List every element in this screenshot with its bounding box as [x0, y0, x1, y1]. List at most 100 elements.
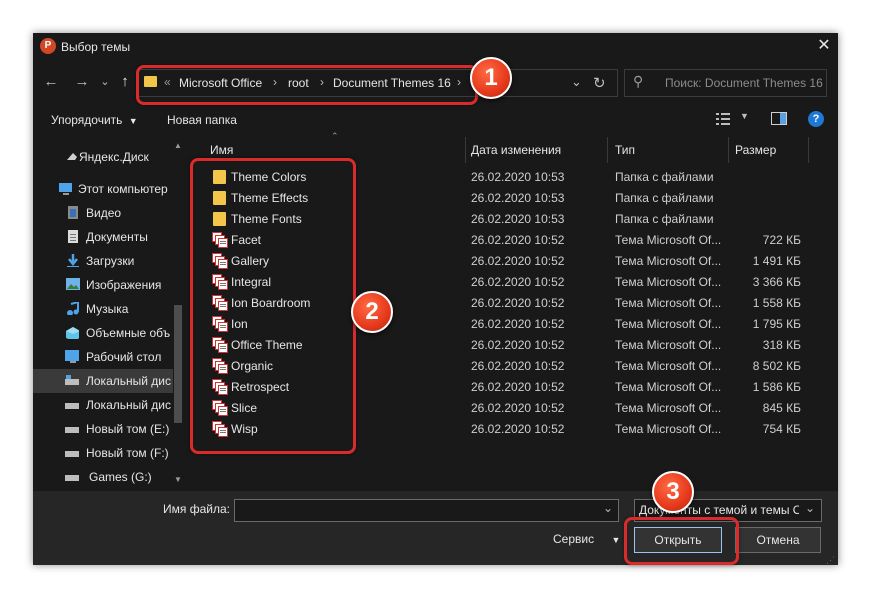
file-type: Тема Microsoft Of... — [615, 401, 722, 415]
sidebar-item-music[interactable]: Музыка — [33, 297, 173, 321]
sidebar-item-label: Games (G:) — [89, 470, 152, 484]
file-date: 26.02.2020 10:52 — [471, 233, 565, 247]
callout-badge-1: 1 — [470, 57, 512, 99]
sidebar-item-downloads[interactable]: Загрузки — [33, 249, 173, 273]
sidebar-item-label: Этот компьютер — [78, 182, 168, 196]
desktop-icon — [65, 350, 79, 363]
file-type: Папка с файлами — [615, 170, 714, 184]
filename-label: Имя файла: — [163, 502, 230, 516]
service-chevron-icon: ▼ — [611, 535, 621, 545]
drive-icon — [65, 451, 79, 457]
drive-icon — [65, 403, 79, 409]
organize-label: Упорядочить — [51, 113, 123, 127]
sidebar-item-video[interactable]: Видео — [33, 201, 173, 225]
music-icon — [67, 302, 79, 315]
back-arrow-icon[interactable]: ← — [43, 73, 59, 91]
file-size: 1 795 КБ — [752, 317, 801, 331]
column-header-date[interactable]: Дата изменения — [471, 137, 601, 163]
file-date: 26.02.2020 10:53 — [471, 170, 565, 184]
address-dropdown-chevron-icon[interactable]: ⌄ — [571, 74, 582, 90]
cancel-button[interactable]: Отмена — [735, 527, 821, 553]
sidebar-item-local-disk-d[interactable]: Локальный дис — [33, 393, 173, 417]
file-date: 26.02.2020 10:52 — [471, 275, 565, 289]
sidebar-item-3d-objects[interactable]: Объемные объ — [33, 321, 173, 345]
documents-icon — [68, 230, 78, 243]
file-size: 754 КБ — [762, 422, 801, 436]
file-size: 318 КБ — [762, 338, 801, 352]
column-header-type[interactable]: Тип — [615, 137, 725, 163]
sidebar-item-this-pc[interactable]: Этот компьютер — [33, 177, 173, 201]
column-header-label: Размер — [735, 143, 777, 157]
search-icon: ⚲ — [633, 73, 644, 89]
file-type: Тема Microsoft Of... — [615, 296, 722, 310]
resize-grip-icon[interactable]: ⋰ — [826, 555, 835, 565]
column-divider[interactable] — [808, 137, 809, 163]
service-label: Сервис — [553, 532, 595, 546]
sidebar-scroll-thumb[interactable] — [174, 305, 182, 423]
sidebar-item-documents[interactable]: Документы — [33, 225, 173, 249]
sidebar-item-label: Рабочий стол — [86, 350, 162, 364]
scroll-up-icon[interactable]: ▲ — [174, 141, 182, 150]
sidebar-item-label: Документы — [86, 230, 148, 244]
file-size: 845 КБ — [762, 401, 801, 415]
drive-icon — [65, 375, 79, 385]
sidebar-item-volume-e[interactable]: Новый том (E:) — [33, 417, 173, 441]
file-type: Тема Microsoft Of... — [615, 380, 722, 394]
column-divider[interactable] — [465, 137, 466, 163]
filename-input[interactable]: ⌄ — [234, 499, 619, 522]
sidebar-item-label: Загрузки — [86, 254, 135, 268]
view-options-icon[interactable] — [716, 113, 730, 125]
file-size: 1 586 КБ — [752, 380, 801, 394]
forward-arrow-icon[interactable]: → — [74, 73, 90, 91]
view-chevron-icon[interactable]: ▼ — [740, 111, 749, 121]
sidebar-item-label: Музыка — [86, 302, 129, 316]
file-date: 26.02.2020 10:52 — [471, 380, 565, 394]
up-arrow-icon[interactable]: ↑ — [117, 73, 133, 91]
computer-icon — [59, 183, 72, 195]
3d-objects-icon — [66, 327, 79, 339]
sidebar-item-yandex-disk[interactable]: Яндекс.Диск — [33, 145, 173, 169]
sidebar-item-label: Локальный дис — [86, 374, 171, 388]
recent-chevron-down-icon[interactable]: ⌄ — [97, 73, 113, 91]
preview-pane-icon[interactable] — [771, 112, 787, 125]
file-type: Тема Microsoft Of... — [615, 233, 722, 247]
close-icon[interactable]: ✕ — [813, 35, 835, 57]
organize-button[interactable]: Упорядочить ▼ — [51, 113, 138, 127]
file-size: 1 491 КБ — [752, 254, 801, 268]
sidebar-item-local-disk-c[interactable]: Локальный дис — [33, 369, 173, 393]
sidebar-item-volume-f[interactable]: Новый том (F:) — [33, 441, 173, 465]
service-button[interactable]: Сервис ▼ — [553, 532, 620, 546]
drive-icon — [65, 427, 79, 433]
refresh-icon[interactable]: ↻ — [593, 74, 606, 92]
file-date: 26.02.2020 10:52 — [471, 422, 565, 436]
file-size: 3 366 КБ — [752, 275, 801, 289]
sidebar-item-images[interactable]: Изображения — [33, 273, 173, 297]
file-date: 26.02.2020 10:52 — [471, 359, 565, 373]
file-type: Тема Microsoft Of... — [615, 422, 722, 436]
file-type: Тема Microsoft Of... — [615, 359, 722, 373]
downloads-icon — [67, 254, 79, 267]
column-header-size[interactable]: Размер — [735, 137, 815, 163]
column-divider[interactable] — [607, 137, 608, 163]
filter-chevron-icon[interactable]: ⌄ — [805, 501, 815, 515]
search-box[interactable]: ⚲ Поиск: Document Themes 16 — [624, 69, 827, 97]
file-dialog-window: P Выбор темы ✕ ← → ⌄ ↑ « Microsoft Offic… — [33, 33, 838, 565]
sidebar-item-label: Новый том (E:) — [86, 422, 170, 436]
callout-box-address — [136, 65, 478, 105]
file-type: Папка с файлами — [615, 212, 714, 226]
images-icon — [66, 278, 80, 290]
file-type: Папка с файлами — [615, 191, 714, 205]
filename-dropdown-chevron-icon[interactable]: ⌄ — [603, 501, 613, 515]
file-date: 26.02.2020 10:52 — [471, 254, 565, 268]
new-folder-button[interactable]: Новая папка — [167, 113, 237, 127]
help-icon[interactable]: ? — [808, 111, 824, 127]
file-date: 26.02.2020 10:52 — [471, 401, 565, 415]
scroll-down-icon[interactable]: ▼ — [174, 475, 182, 484]
sidebar-item-desktop[interactable]: Рабочий стол — [33, 345, 173, 369]
sidebar-item-games-g[interactable]: Games (G:) — [33, 465, 173, 489]
callout-badge-2: 2 — [351, 291, 393, 333]
file-date: 26.02.2020 10:52 — [471, 317, 565, 331]
search-input[interactable]: Поиск: Document Themes 16 — [665, 76, 823, 90]
powerpoint-app-icon: P — [40, 38, 56, 54]
column-divider[interactable] — [728, 137, 729, 163]
